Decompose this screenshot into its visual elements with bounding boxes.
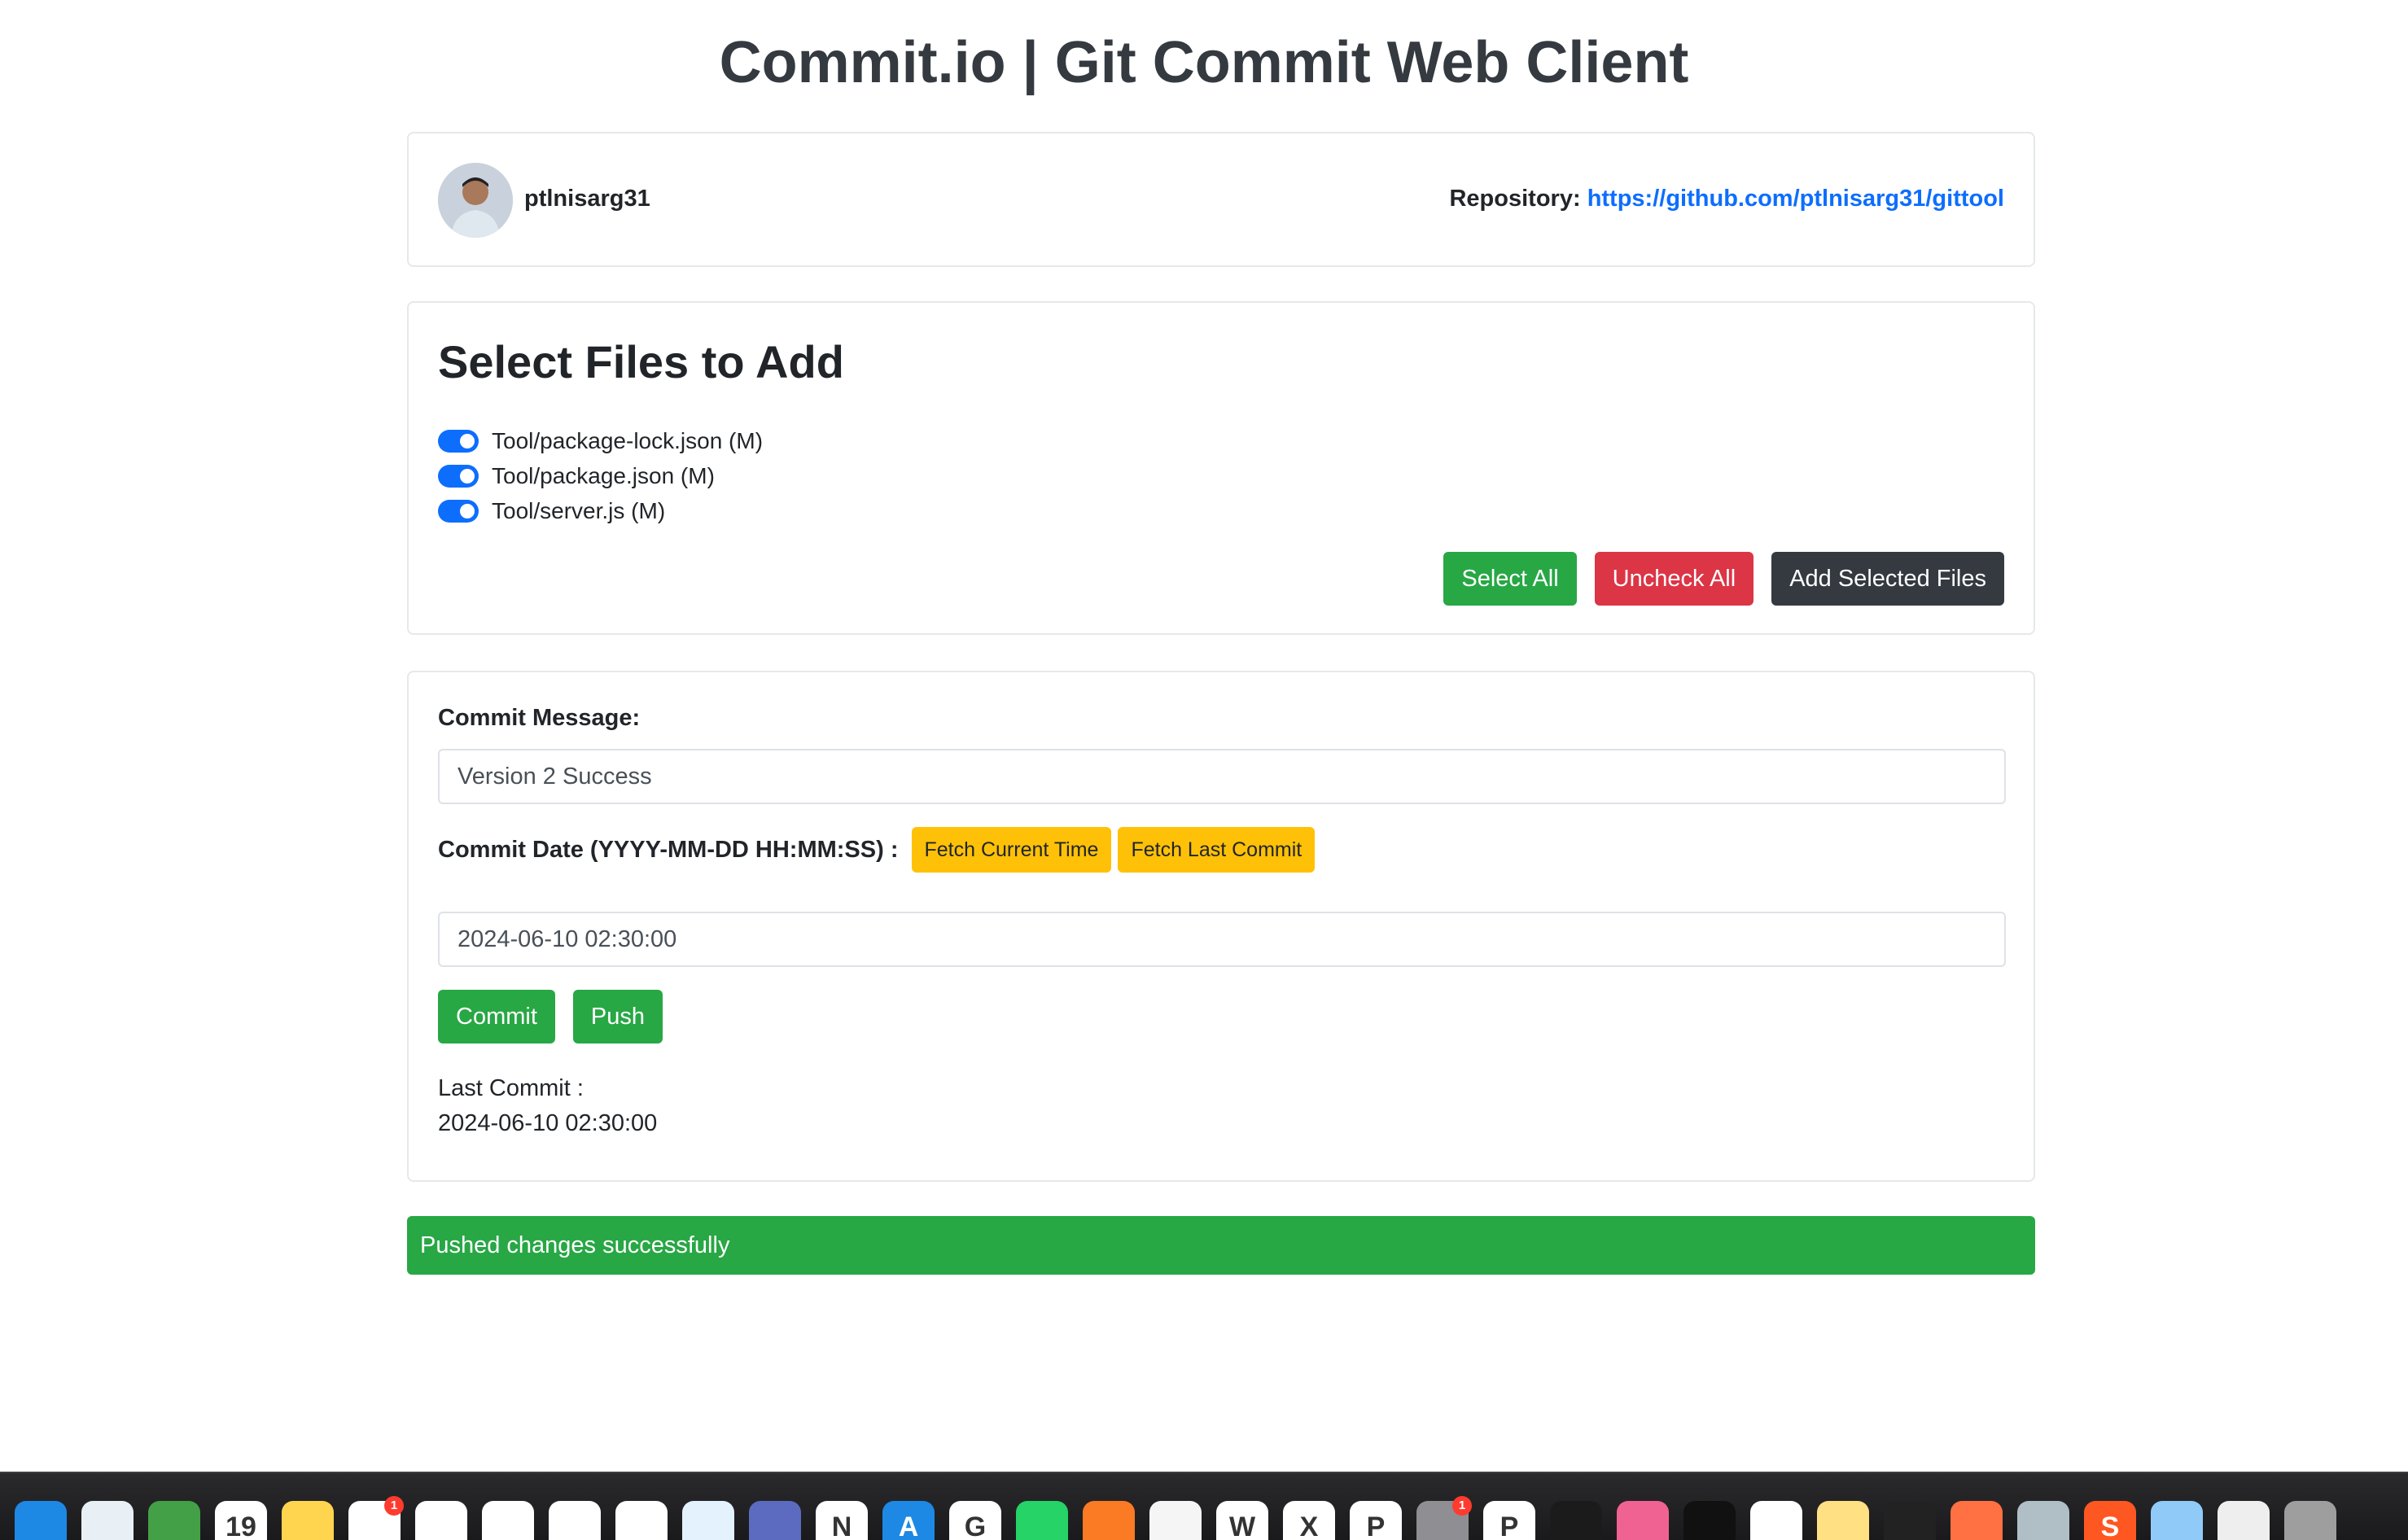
system-settings-icon[interactable]: 1 [1416, 1496, 1472, 1540]
file-toggle-switch[interactable] [438, 464, 479, 488]
chrome-icon[interactable] [415, 1501, 467, 1540]
excel-icon[interactable]: X [1283, 1501, 1335, 1540]
box-icon[interactable] [1884, 1501, 1936, 1540]
repository-link[interactable]: https://github.com/ptlnisarg31/gittool [1587, 186, 2004, 212]
success-alert: Pushed changes successfully [407, 1216, 2035, 1275]
file-item[interactable]: Tool/package-lock.json (M) [438, 423, 763, 458]
commit-actions: Commit Push [438, 990, 663, 1043]
notes-icon[interactable] [282, 1501, 334, 1540]
teams-icon[interactable] [749, 1501, 801, 1540]
file-label: Tool/package-lock.json (M) [492, 427, 764, 453]
add-selected-files-button[interactable]: Add Selected Files [1771, 552, 2004, 606]
file-toggle-switch[interactable] [438, 499, 479, 523]
file-label: Tool/package.json (M) [492, 462, 715, 488]
whatsapp-business-icon[interactable] [1750, 1501, 1802, 1540]
maps-icon[interactable] [148, 1501, 200, 1540]
file-label: Tool/server.js (M) [492, 497, 666, 523]
file-icon[interactable] [2218, 1501, 2270, 1540]
file-item[interactable]: Tool/server.js (M) [438, 493, 763, 528]
fetch-current-time-button[interactable]: Fetch Current Time [911, 827, 1112, 873]
file-list: Tool/package-lock.json (M) Tool/package.… [438, 423, 763, 528]
avatar [438, 163, 513, 238]
image-capture-icon[interactable] [2017, 1501, 2069, 1540]
macos-dock: 19 1 N A G W X P 1 P S [0, 1472, 2408, 1540]
file-toggle-switch[interactable] [438, 429, 479, 453]
commit-button[interactable]: Commit [438, 990, 555, 1043]
uncheck-all-button[interactable]: Uncheck All [1594, 552, 1754, 606]
repository-label: Repository: [1449, 186, 1581, 212]
terminal-icon[interactable] [1683, 1501, 1736, 1540]
file-item[interactable]: Tool/package.json (M) [438, 458, 763, 493]
fetch-last-commit-button[interactable]: Fetch Last Commit [1118, 827, 1316, 873]
screenshot-icon[interactable] [482, 1501, 534, 1540]
select-all-button[interactable]: Select All [1443, 552, 1577, 606]
stickies-icon[interactable] [1817, 1501, 1869, 1540]
last-commit-info: Last Commit : 2024-06-10 02:30:00 [438, 1071, 657, 1141]
username: ptlnisarg31 [524, 186, 650, 212]
last-commit-label: Last Commit : [438, 1075, 584, 1101]
commit-message-label: Commit Message: [438, 705, 641, 731]
documents-icon[interactable] [2151, 1501, 2203, 1540]
select-files-card: Select Files to Add Tool/package-lock.js… [407, 301, 2035, 635]
commit-date-input[interactable] [438, 912, 2006, 967]
folder-icon[interactable] [1617, 1501, 1669, 1540]
trash-icon[interactable] [2284, 1501, 2336, 1540]
commit-date-row: Commit Date (YYYY-MM-DD HH:MM:SS) : Fetc… [438, 827, 1316, 873]
page-title: Commit.io | Git Commit Web Client [719, 30, 1689, 95]
last-commit-value: 2024-06-10 02:30:00 [438, 1110, 658, 1136]
hand-app-icon[interactable] [1950, 1501, 2003, 1540]
s-app-icon[interactable]: S [2084, 1501, 2136, 1540]
green-app-icon[interactable] [1550, 1501, 1602, 1540]
commit-date-label: Commit Date (YYYY-MM-DD HH:MM:SS) : [438, 837, 899, 863]
word-icon[interactable]: W [1216, 1501, 1268, 1540]
safari-icon[interactable] [15, 1501, 67, 1540]
file-actions: Select All Uncheck All Add Selected File… [1443, 552, 2004, 606]
preview-icon[interactable] [1149, 1501, 1202, 1540]
brave-icon[interactable] [549, 1501, 601, 1540]
select-files-title: Select Files to Add [438, 336, 844, 387]
reminders-icon[interactable]: 1 [348, 1496, 404, 1540]
xampp-icon[interactable] [1083, 1501, 1135, 1540]
push-button[interactable]: Push [572, 990, 663, 1043]
notion-icon[interactable]: N [816, 1501, 868, 1540]
notification-badge: 1 [1452, 1496, 1472, 1516]
google-icon[interactable]: G [949, 1501, 1001, 1540]
webstorm-icon[interactable] [682, 1501, 734, 1540]
p-app-icon[interactable]: P [1483, 1501, 1535, 1540]
app-store-icon[interactable]: A [882, 1501, 935, 1540]
calendar-icon[interactable]: 19 [215, 1501, 267, 1540]
vscode-icon[interactable] [615, 1501, 668, 1540]
repository-info: Repository: https://github.com/ptlnisarg… [1449, 184, 2004, 213]
user-card: ptlnisarg31 Repository: https://github.c… [407, 132, 2035, 267]
freeform-icon[interactable] [81, 1501, 134, 1540]
commit-card: Commit Message: Commit Date (YYYY-MM-DD … [407, 671, 2035, 1182]
commit-message-input[interactable] [438, 749, 2006, 804]
powerpoint-icon[interactable]: P [1350, 1501, 1402, 1540]
notification-badge: 1 [384, 1496, 404, 1516]
whatsapp-icon[interactable] [1016, 1501, 1068, 1540]
